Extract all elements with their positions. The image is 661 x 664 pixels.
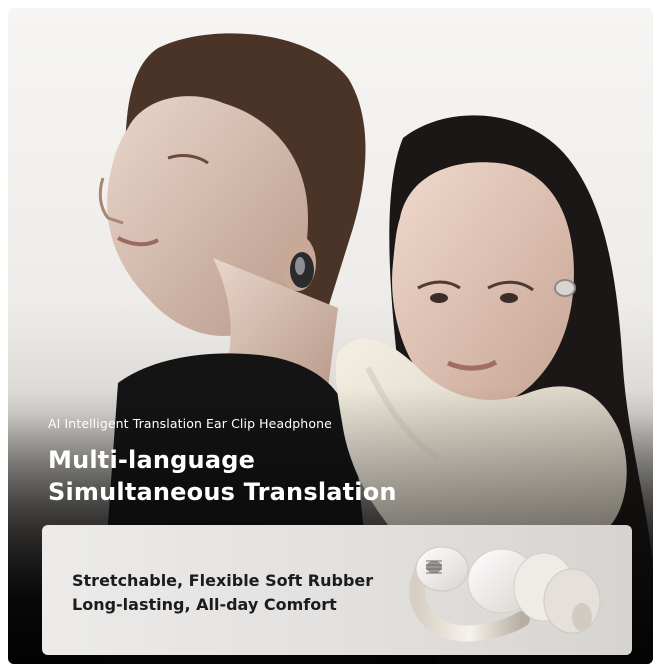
earbud-on-male bbox=[290, 252, 314, 288]
earbud-on-female bbox=[554, 279, 576, 297]
headline: Multi-language Simultaneous Translation bbox=[48, 444, 397, 508]
headline-line-2: Simultaneous Translation bbox=[48, 478, 397, 506]
feature-text: Stretchable, Flexible Soft Rubber Long-l… bbox=[72, 569, 373, 617]
headline-line-1: Multi-language bbox=[48, 446, 256, 474]
product-subtitle: AI Intelligent Translation Ear Clip Head… bbox=[48, 416, 332, 431]
feature-line-2: Long-lasting, All-day Comfort bbox=[72, 595, 337, 614]
product-banner: AI Intelligent Translation Ear Clip Head… bbox=[8, 8, 653, 664]
earbud-product-image bbox=[409, 546, 601, 642]
feature-card: Stretchable, Flexible Soft Rubber Long-l… bbox=[42, 525, 632, 655]
feature-line-1: Stretchable, Flexible Soft Rubber bbox=[72, 571, 374, 590]
